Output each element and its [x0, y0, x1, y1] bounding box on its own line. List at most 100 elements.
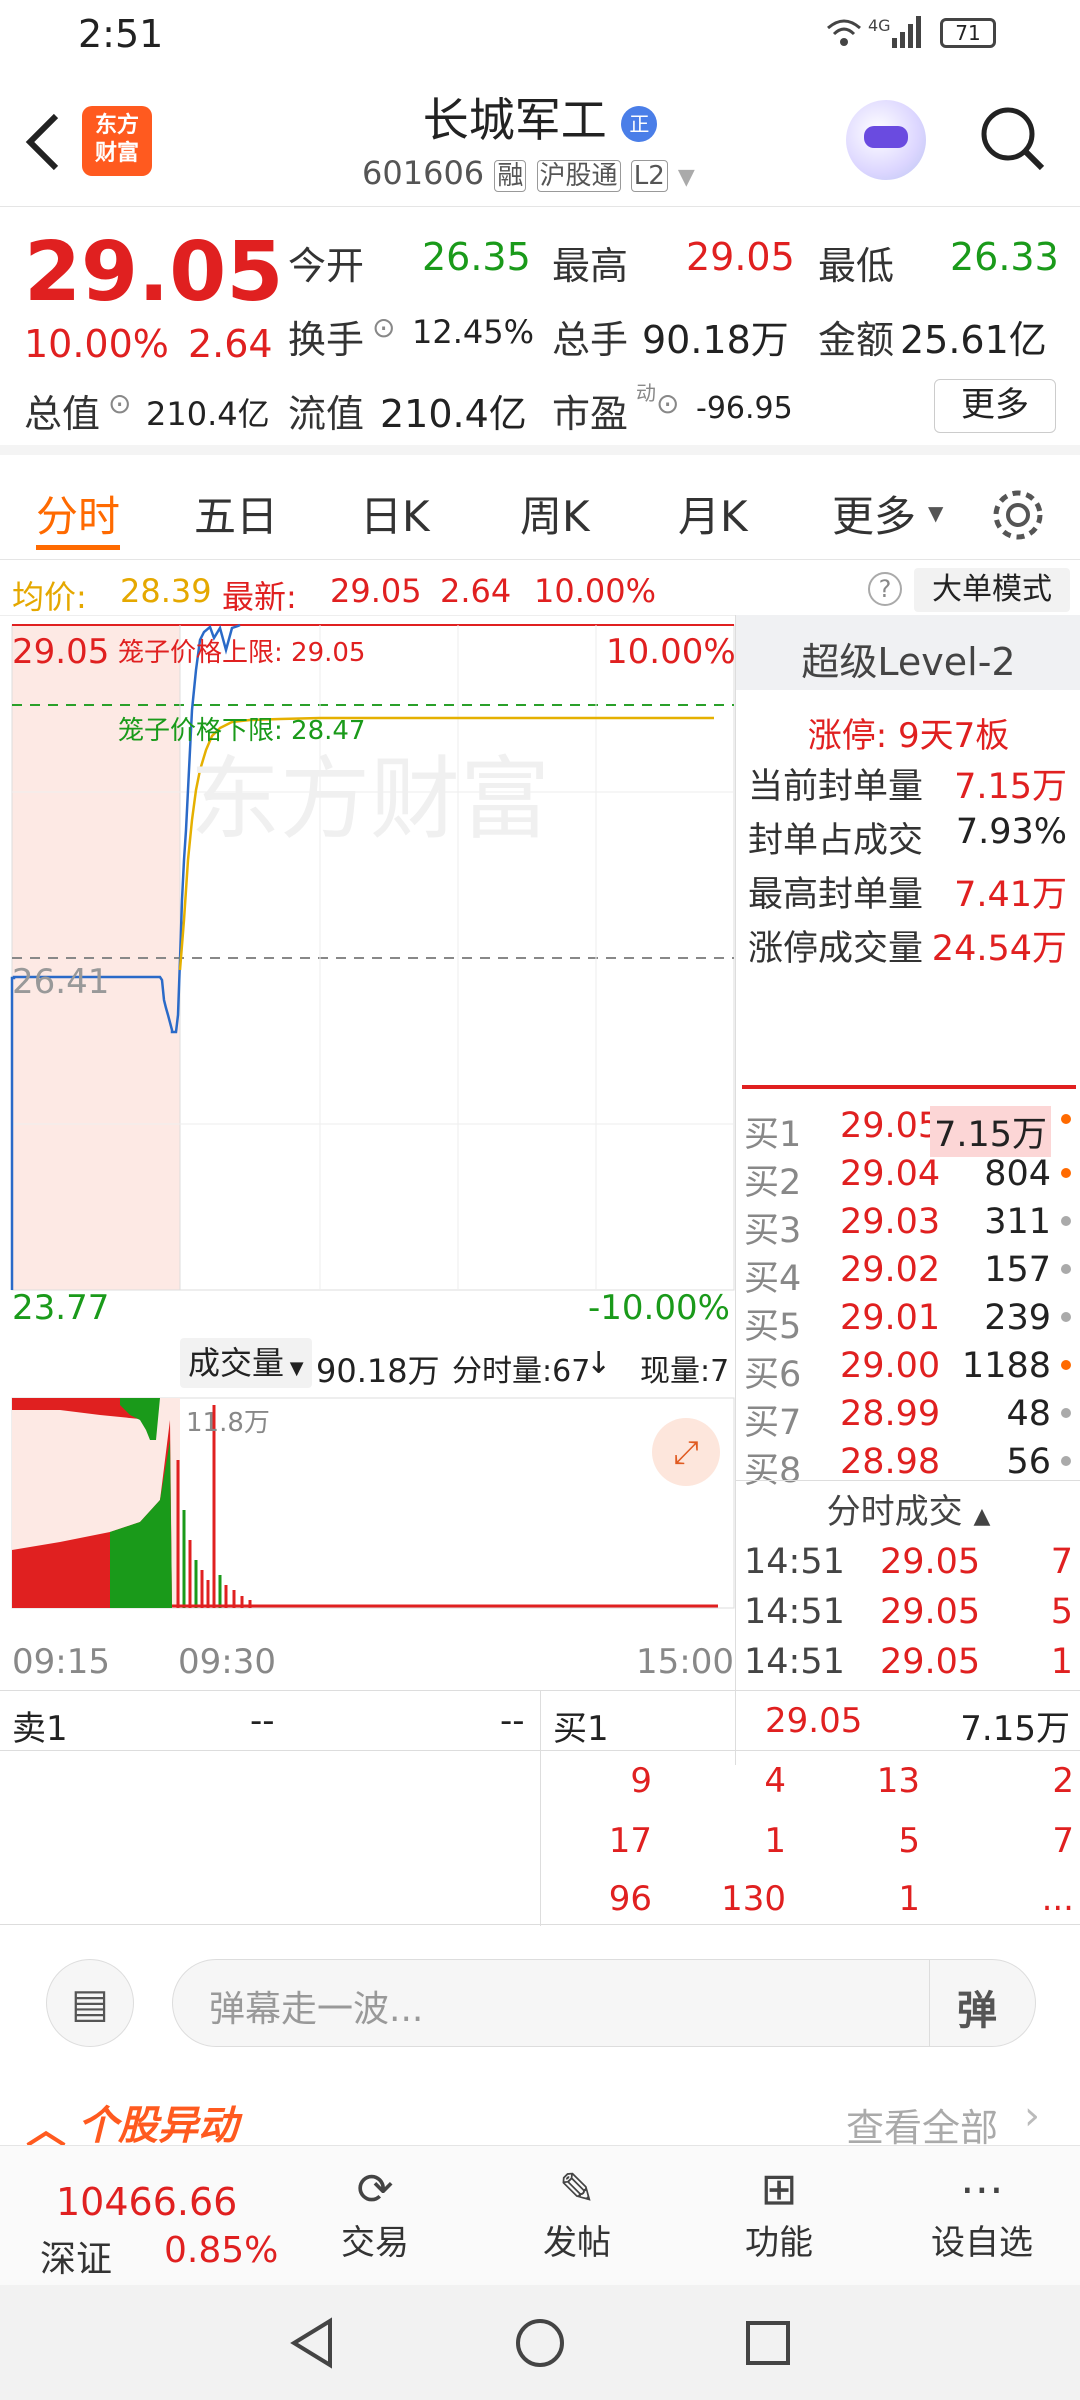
trade-button[interactable]: ⟳ 交易 [310, 2146, 440, 2286]
volume-label: 总手 [552, 318, 629, 362]
stock-code: 601606 [362, 154, 485, 192]
bid-label: 买3 [744, 1211, 802, 1251]
amount-label: 金额 [818, 318, 895, 362]
bid-volume: 48 [1006, 1394, 1051, 1434]
post-button[interactable]: ✎ 发帖 [512, 2146, 642, 2286]
stat-value: 24.54万 [931, 929, 1067, 969]
dropdown-icon[interactable]: ▼ [678, 165, 695, 190]
sell-header: 卖1 -- -- [0, 1691, 540, 1751]
functions-button[interactable]: ⊞ 功能 [714, 2146, 844, 2286]
info-icon[interactable]: ⊙ [372, 311, 395, 344]
trade-time: 14:51 [744, 1542, 845, 1582]
add-watchlist-label: 设自选 [931, 2223, 1033, 2263]
nav-recents-icon[interactable] [740, 2315, 796, 2371]
bid-row[interactable]: 买3 29.03 311 [736, 1202, 1080, 1251]
robot-avatar[interactable] [846, 100, 926, 180]
level2-header[interactable]: 超级Level-2 [735, 615, 1080, 690]
info-icon[interactable]: ⊙ [108, 387, 131, 420]
bid-row[interactable]: 买4 29.02 157 [736, 1250, 1080, 1299]
volume-value: 90.18万 [642, 318, 789, 362]
clock: 2:51 [78, 12, 164, 56]
cage-lower-label: 笼子价格下限: 28.47 [118, 716, 366, 746]
index-ticker[interactable]: 10466.66 深证 0.85% [0, 2146, 290, 2286]
signal-icon [892, 16, 921, 48]
tab-weekly-k[interactable]: 周K [520, 483, 590, 544]
bid-row[interactable]: 买7 28.99 48 [736, 1394, 1080, 1443]
network-label: 4G [868, 16, 891, 35]
time-start: 09:15 [12, 1642, 110, 1682]
stat-row: 最高封单量 7.41万 [736, 866, 1080, 915]
market-cap-label: 总值 [24, 392, 101, 436]
volume-total: 90.18万 [316, 1352, 440, 1390]
status-bar: 2:51 4G 71 [0, 0, 1080, 72]
low-value: 26.33 [950, 235, 1059, 279]
queue-cell: 96 [608, 1879, 652, 1919]
info-icon[interactable]: ⊙ [656, 387, 679, 420]
view-all-link[interactable]: 查看全部 [846, 2097, 998, 2152]
index-value: 10466.66 [56, 2180, 238, 2224]
open-label: 今开 [288, 244, 365, 288]
bid-dot [1061, 1456, 1071, 1466]
add-watchlist-button[interactable]: ⋯ 设自选 [912, 2146, 1052, 2286]
trade-price: 29.05 [880, 1592, 981, 1632]
watermark: 东方财富 [190, 750, 550, 850]
limit-up-streak: 涨停: 9天7板 [807, 716, 1010, 756]
caret-down-icon: ▼ [928, 501, 944, 525]
bid-row[interactable]: 买1 29.05 7.15万 [736, 1106, 1080, 1157]
search-icon[interactable] [978, 104, 1048, 174]
bid-row[interactable]: 买2 29.04 804 [736, 1154, 1080, 1203]
bid-dot [1061, 1114, 1071, 1124]
trade-time: 14:51 [744, 1592, 845, 1632]
queue-cell: 9 [630, 1761, 652, 1801]
help-icon[interactable]: ? [868, 572, 902, 606]
more-button[interactable]: 更多 [934, 379, 1056, 433]
pe-label: 市盈 [552, 392, 629, 436]
volume-max-label: 11.8万 [186, 1408, 270, 1438]
queue-grid: 9 4 13 2 17 1 5 7 96 130 1 ... [541, 1753, 1080, 1925]
queue-cell: 5 [898, 1821, 920, 1861]
order-queue: 卖1 -- -- 买1 29.05 7.15万 9 4 13 2 17 1 5 … [0, 1690, 1080, 1926]
chevron-right-icon[interactable]: › [1024, 2093, 1040, 2139]
bid-row[interactable]: 买6 29.00 1188 [736, 1346, 1080, 1395]
nav-back-icon[interactable] [284, 2315, 340, 2371]
battery-level: 71 [955, 21, 981, 45]
gear-icon[interactable] [990, 487, 1046, 543]
stat-label: 当前封单量 [748, 767, 924, 807]
high-label: 最高 [552, 244, 629, 288]
wifi-icon [827, 19, 861, 46]
stat-label: 封单占成交 [748, 821, 924, 861]
trade-price: 29.05 [880, 1542, 981, 1582]
caret-up-icon: ▲ [973, 1504, 991, 1529]
tab-monthly-k[interactable]: 月K [678, 483, 748, 544]
tab-intraday[interactable]: 分时 [36, 483, 120, 544]
danmu-settings-icon[interactable]: ▤ [46, 1959, 134, 2047]
bid-label: 买2 [744, 1163, 802, 1203]
bid-volume: 804 [984, 1154, 1051, 1194]
trades-header[interactable]: 分时成交 ▲ [736, 1480, 1080, 1542]
danmu-input[interactable]: 弹幕走一波... 弹 [172, 1959, 1036, 2047]
stat-value: 7.41万 [954, 875, 1067, 915]
intraday-chart[interactable]: 东方财富 [0, 560, 735, 1690]
yuan-icon: ⟳ [356, 2164, 394, 2215]
post-label: 发帖 [543, 2223, 611, 2263]
queue-cell: 130 [721, 1879, 786, 1919]
bid-row[interactable]: 买5 29.01 239 [736, 1298, 1080, 1347]
verified-badge: 正 [621, 105, 658, 142]
current-price: 29.05 [24, 225, 284, 320]
bid-price: 29.00 [840, 1346, 941, 1386]
more-dots-icon: ⋯ [960, 2164, 1004, 2215]
trade-volume: 5 [1050, 1592, 1073, 1632]
bid-price: 29.02 [840, 1250, 941, 1290]
expand-icon[interactable]: ⤢ [652, 1418, 720, 1486]
trade-row: 14:51 29.05 1 [736, 1642, 1080, 1690]
bid-price: 29.05 [840, 1106, 941, 1146]
intraday-chart-area: 东方财富 29.05 10.00% 笼子价格上限: 29.05 笼子价格下限: … [0, 560, 736, 1690]
danmu-toggle-button[interactable]: 弹 [957, 1978, 997, 2036]
tab-daily-k[interactable]: 日K [360, 483, 430, 544]
big-order-mode-button[interactable]: 大单模式 [914, 568, 1070, 612]
volume-selector[interactable]: 成交量 ▼ [180, 1338, 312, 1388]
queue-cell: 13 [876, 1761, 920, 1801]
nav-home-icon[interactable] [512, 2315, 568, 2371]
tab-five-day[interactable]: 五日 [194, 483, 278, 544]
tab-more[interactable]: 更多 [832, 483, 916, 544]
